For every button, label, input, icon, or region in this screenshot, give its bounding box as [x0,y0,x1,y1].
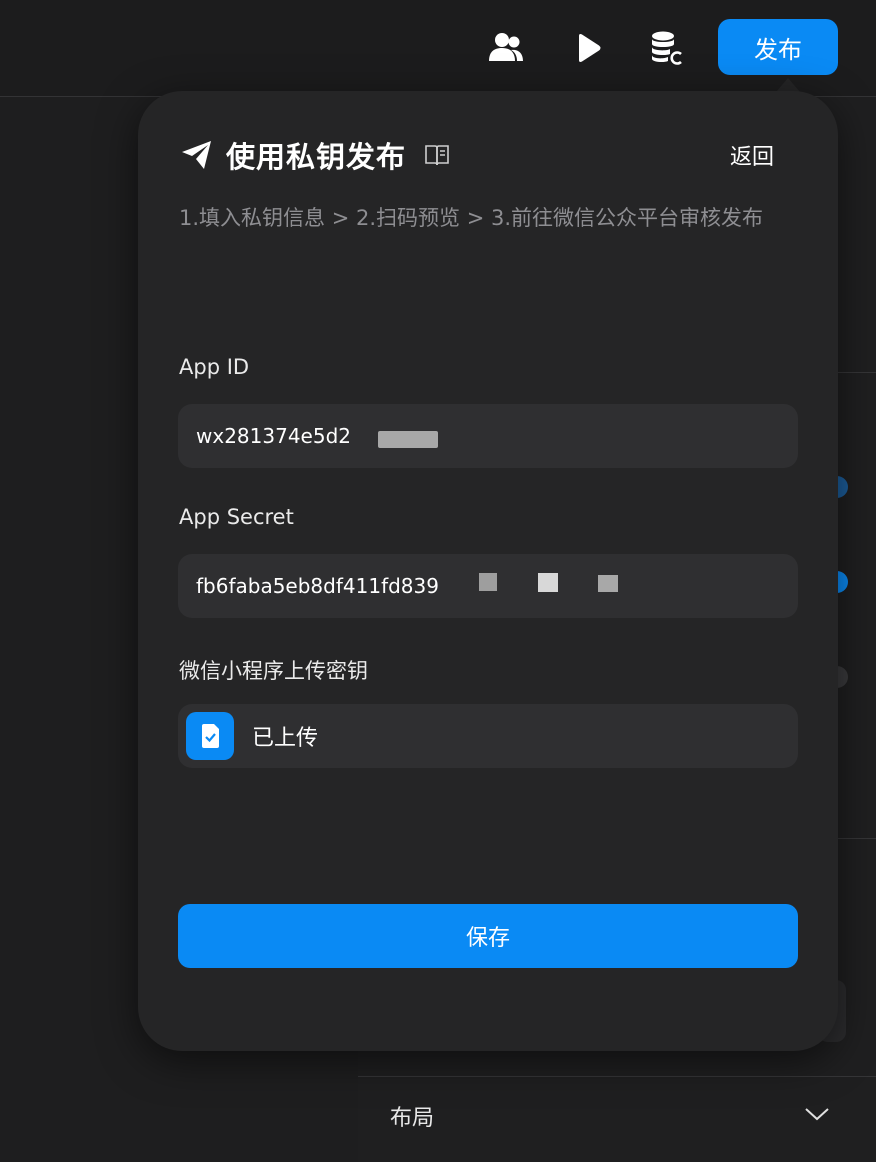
app-id-value: wx281374e5d2 [196,424,351,448]
redaction-mark [598,575,618,592]
file-check-icon[interactable] [186,712,234,760]
app-id-label: App ID [179,355,250,379]
popover-title: 使用私钥发布 [226,140,407,174]
paper-plane-icon [180,139,214,171]
book-icon[interactable] [424,143,450,167]
publish-button[interactable]: 发布 [718,19,838,75]
steps-breadcrumb: 1.填入私钥信息 > 2.扫码预览 > 3.前往微信公众平台审核发布 [179,206,763,230]
save-button[interactable]: 保存 [178,904,798,968]
back-link[interactable]: 返回 [730,139,774,171]
publish-with-key-popover: 使用私钥发布 返回 1.填入私钥信息 > 2.扫码预览 > 3.前往微信公众平台… [138,91,838,1051]
app-id-field[interactable]: wx281374e5d2 [178,404,798,468]
app-secret-value: fb6faba5eb8df411fd839 [196,574,439,598]
top-toolbar: 发布 [0,0,876,97]
app-secret-label: App Secret [179,505,294,529]
database-icon[interactable] [644,26,688,70]
chevron-down-icon[interactable] [804,1106,830,1126]
play-icon[interactable] [566,26,610,70]
popover-caret [776,78,800,92]
upload-status: 已上传 [252,726,319,751]
redaction-mark [538,573,558,592]
users-icon[interactable] [484,26,528,70]
redaction-mark [378,431,438,448]
divider [358,1076,876,1077]
upload-key-field[interactable]: 已上传 [178,704,798,768]
redaction-mark [479,573,497,591]
layout-section-title[interactable]: 布局 [390,1100,434,1132]
popover-header: 使用私钥发布 [180,135,450,175]
upload-key-label: 微信小程序上传密钥 [179,659,368,683]
